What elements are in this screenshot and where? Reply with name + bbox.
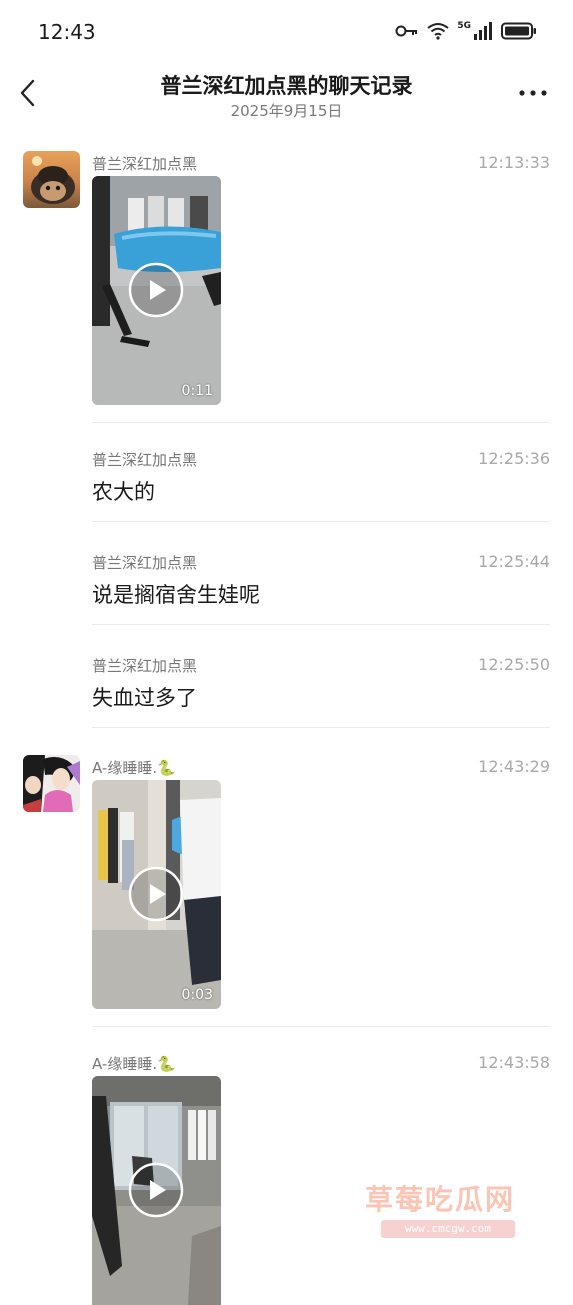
avatar[interactable] — [23, 151, 80, 208]
signal-icon — [474, 22, 492, 40]
sender-name: 普兰深红加点黑 — [92, 155, 198, 173]
divider — [92, 422, 550, 423]
video-thumbnail[interactable]: 0:03 — [92, 780, 221, 1009]
divider — [92, 1026, 550, 1027]
message-time: 12:25:50 — [478, 655, 550, 674]
sender-name: A-缘睡睡.🐍 — [92, 1055, 176, 1073]
sender-name: 普兰深红加点黑 — [92, 554, 198, 572]
watermark: 草莓吃瓜网 www.cmcgw.com — [365, 1178, 535, 1240]
play-icon[interactable] — [128, 1162, 184, 1218]
video-duration: 0:03 — [181, 987, 213, 1003]
video-thumbnail[interactable] — [92, 1076, 221, 1305]
sender-name: A-缘睡睡.🐍 — [92, 759, 176, 777]
page-title: 普兰深红加点黑的聊天记录 — [160, 74, 413, 98]
message-item: A-缘睡睡.🐍 12:43:58 — [0, 1050, 573, 1305]
avatar[interactable] — [23, 755, 80, 812]
video-duration: 0:11 — [181, 383, 213, 399]
status-time: 12:43 — [38, 20, 96, 44]
status-icons: 5G — [395, 21, 537, 40]
message-item: 普兰深红加点黑 12:25:36 农大的 — [0, 446, 573, 522]
message-item: 普兰深红加点黑 12:25:50 失血过多了 — [0, 652, 573, 728]
play-icon[interactable] — [128, 262, 184, 318]
wifi-icon — [427, 23, 449, 40]
chat-header: 普兰深红加点黑的聊天记录 2025年9月15日 — [0, 66, 573, 126]
message-item: A-缘睡睡.🐍 12:43:29 0:03 — [0, 754, 573, 1027]
watermark-title: 草莓吃瓜网 — [365, 1183, 516, 1216]
watermark-url: www.cmcgw.com — [381, 1220, 515, 1238]
video-thumbnail[interactable]: 0:11 — [92, 176, 221, 405]
network-label: 5G — [457, 21, 471, 31]
divider — [92, 521, 550, 522]
divider — [92, 624, 550, 625]
sender-name: 普兰深红加点黑 — [92, 657, 198, 675]
message-text: 失血过多了 — [92, 686, 197, 710]
status-bar: 12:43 5G — [0, 0, 573, 66]
message-time: 12:25:36 — [478, 449, 550, 468]
message-time: 12:43:58 — [478, 1053, 550, 1072]
message-item: 普兰深红加点黑 12:25:44 说是搁宿舍生娃呢 — [0, 549, 573, 625]
message-time: 12:43:29 — [478, 757, 550, 776]
message-time: 12:25:44 — [478, 552, 550, 571]
message-item: 普兰深红加点黑 12:13:33 0:11 — [0, 150, 573, 423]
battery-icon — [501, 22, 536, 40]
message-time: 12:13:33 — [478, 153, 550, 172]
page-date: 2025年9月15日 — [230, 102, 343, 120]
divider — [92, 727, 550, 728]
more-icon[interactable] — [519, 86, 549, 100]
message-text: 说是搁宿舍生娃呢 — [92, 583, 260, 607]
sender-name: 普兰深红加点黑 — [92, 451, 198, 469]
key-icon — [395, 25, 418, 37]
message-text: 农大的 — [92, 480, 155, 504]
play-icon[interactable] — [128, 866, 184, 922]
